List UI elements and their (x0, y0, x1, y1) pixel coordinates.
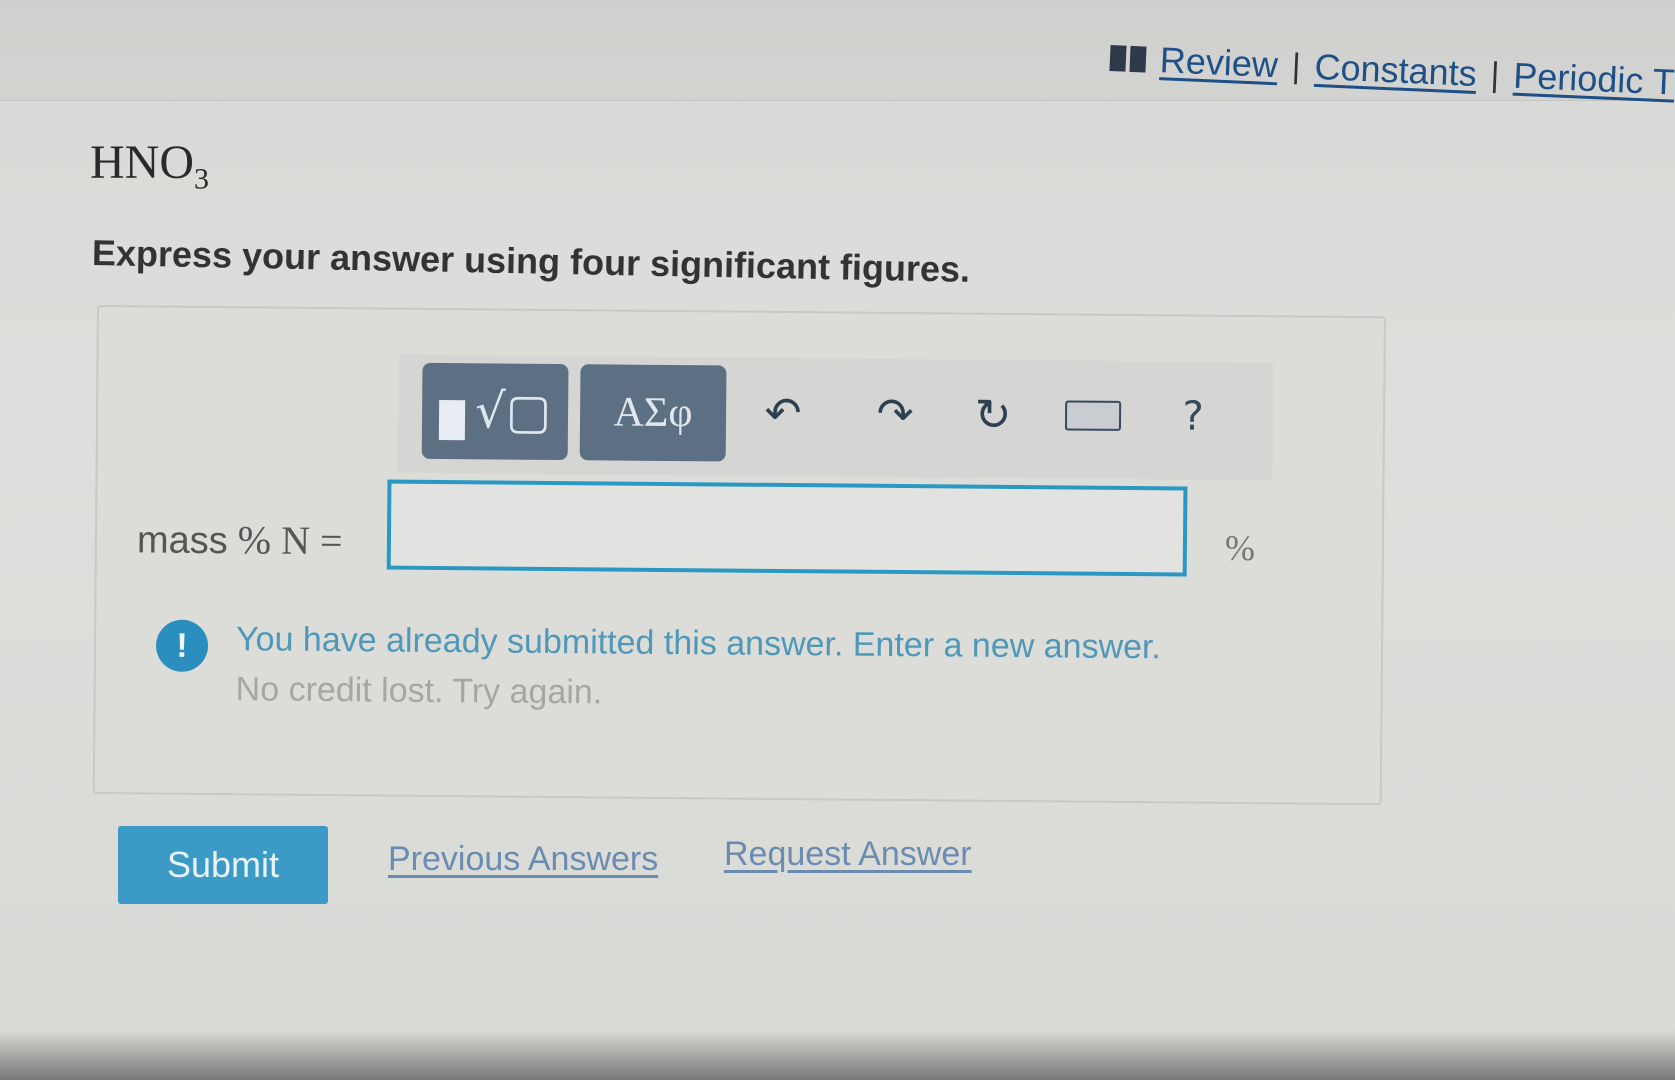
link-separator: | (1290, 46, 1302, 85)
review-link[interactable]: Review (1159, 39, 1279, 86)
placeholder-square-icon (438, 399, 466, 441)
formula-subscript: 3 (194, 162, 209, 196)
greek-symbols-button[interactable]: ΑΣφ (579, 364, 727, 462)
feedback-message: You have already submitted this answer. … (235, 620, 1162, 667)
reset-icon[interactable]: ↻ (958, 380, 1029, 451)
periodic-table-link[interactable]: Periodic T (1512, 55, 1675, 104)
answer-label-expression: % N = (237, 517, 343, 564)
keyboard-icon[interactable] (1058, 380, 1129, 451)
undo-icon[interactable]: ↶ (748, 378, 819, 449)
templates-button[interactable]: √▢ (421, 362, 569, 461)
help-button[interactable]: ? (1158, 381, 1229, 452)
alert-icon: ! (155, 619, 209, 672)
previous-answers-link[interactable]: Previous Answers (388, 840, 658, 879)
link-separator: | (1489, 55, 1501, 94)
square-root-template-icon: √▢ (474, 383, 552, 440)
submit-button[interactable]: Submit (118, 826, 328, 904)
constants-link[interactable]: Constants (1314, 46, 1478, 95)
answer-label: mass % N = (137, 515, 343, 564)
resource-links: Review | Constants | Periodic T (1108, 28, 1675, 113)
answer-input[interactable] (386, 479, 1188, 577)
book-icon (1109, 45, 1146, 73)
request-answer-link[interactable]: Request Answer (724, 835, 972, 874)
screen-edge-shadow (0, 1030, 1675, 1080)
instructions: Express your answer using four significa… (91, 232, 971, 290)
unit-label: % (1224, 527, 1256, 569)
feedback-submessage: No credit lost. Try again. (235, 670, 603, 712)
redo-icon[interactable]: ↷ (860, 379, 931, 450)
answer-panel: √▢ ΑΣφ ↶ ↷ ↻ ? mass % N = % ! You have a… (92, 305, 1386, 806)
math-toolbar: √▢ ΑΣφ ↶ ↷ ↻ ? (397, 354, 1274, 481)
chemical-formula: HNO3 (90, 135, 209, 197)
top-bar: Review | Constants | Periodic T (0, 0, 1675, 103)
formula-main: HNO (90, 136, 194, 189)
answer-label-word: mass (136, 519, 228, 563)
